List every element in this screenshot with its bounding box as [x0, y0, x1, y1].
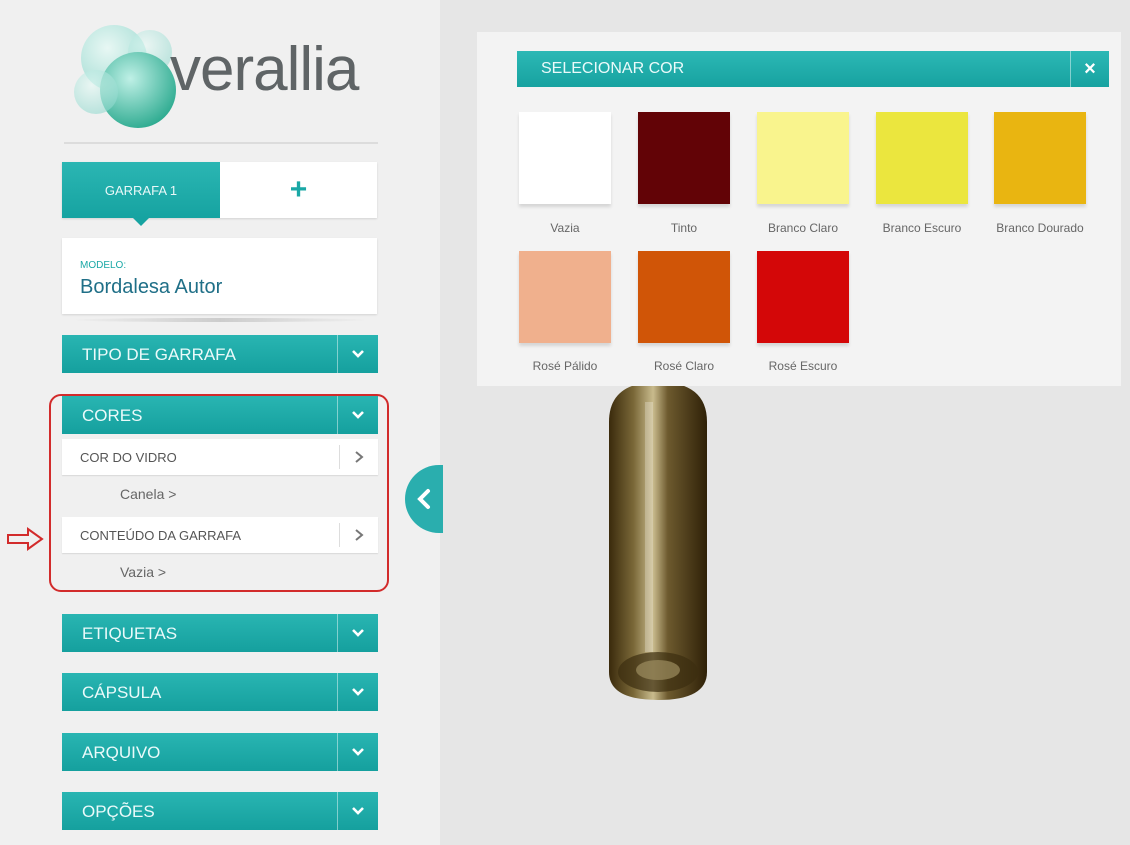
logo-divider: [64, 142, 378, 144]
color-swatch-tinto[interactable]: [638, 112, 730, 204]
section-opcoes[interactable]: OPÇÕES: [62, 792, 378, 830]
section-label: ARQUIVO: [82, 743, 161, 762]
section-label: OPÇÕES: [82, 802, 155, 821]
model-value: Bordalesa Autor: [80, 276, 223, 298]
color-swatch-vazia[interactable]: [519, 112, 611, 204]
chevron-down-icon[interactable]: [337, 335, 378, 373]
section-label: ETIQUETAS: [82, 624, 178, 643]
color-swatch-branco-escuro[interactable]: [876, 112, 968, 204]
color-swatch-branco-claro[interactable]: [757, 112, 849, 204]
chevron-down-icon[interactable]: [337, 614, 378, 652]
section-arquivo[interactable]: ARQUIVO: [62, 733, 378, 771]
model-card-shadow: [70, 318, 370, 322]
bottle-preview: [609, 382, 707, 700]
color-label: Branco Escuro: [882, 221, 962, 235]
tab-garrafa-1[interactable]: GARRAFA 1: [62, 162, 220, 226]
brand-name: verallia: [170, 35, 359, 104]
chevron-down-icon[interactable]: [337, 792, 378, 830]
section-etiquetas[interactable]: ETIQUETAS: [62, 614, 378, 652]
bottle-tabs: GARRAFA 1 +: [62, 162, 377, 226]
section-label: CÁPSULA: [82, 683, 162, 702]
close-icon[interactable]: ×: [1070, 51, 1109, 87]
color-label: Tinto: [670, 221, 698, 235]
color-label: Rosé Pálido: [532, 359, 598, 373]
section-label: TIPO DE GARRAFA: [82, 345, 236, 364]
section-capsula[interactable]: CÁPSULA: [62, 673, 378, 711]
color-label: Vazia: [550, 221, 580, 235]
chevron-left-icon: [417, 489, 430, 509]
color-picker-title: SELECIONAR COR: [541, 60, 685, 77]
color-swatch-rose-palido[interactable]: [519, 251, 611, 343]
color-label: Branco Claro: [767, 221, 839, 235]
section-tipo-de-garrafa[interactable]: TIPO DE GARRAFA: [62, 335, 378, 373]
highlight-box: [49, 394, 389, 592]
arrow-right-icon: [7, 527, 44, 551]
color-label: Rosé Claro: [653, 359, 715, 373]
model-label: MODELO:: [80, 260, 127, 271]
add-bottle-button[interactable]: +: [220, 162, 377, 218]
color-swatch-rose-escuro[interactable]: [757, 251, 849, 343]
model-card: MODELO: Bordalesa Autor: [62, 238, 377, 314]
color-swatch-branco-dourado[interactable]: [994, 112, 1086, 204]
color-label: Rosé Escuro: [768, 359, 838, 373]
chevron-down-icon[interactable]: [337, 673, 378, 711]
color-swatch-rose-claro[interactable]: [638, 251, 730, 343]
color-picker-header: SELECIONAR COR ×: [517, 51, 1109, 87]
color-label: Branco Dourado: [996, 221, 1084, 235]
chevron-down-icon[interactable]: [337, 733, 378, 771]
